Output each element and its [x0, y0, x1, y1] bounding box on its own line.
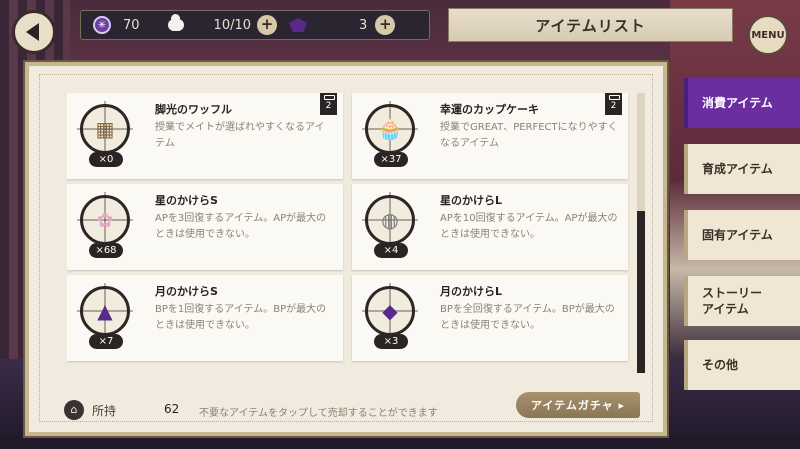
item-icon-frame: ▲	[77, 283, 133, 339]
scroll-thumb[interactable]	[637, 211, 645, 373]
item-card[interactable]: ✿ ×68 星のかけらS APを3回復するアイテム。APが最大のときは使用できない。	[67, 184, 343, 270]
item-description: BPを全回復するアイテム。BPが最大のときは使用できない。	[440, 304, 615, 331]
tab-category[interactable]: その他	[684, 340, 800, 390]
tab-category[interactable]: ストーリー アイテム	[684, 276, 800, 326]
item-name: 星のかけらL	[440, 194, 503, 207]
item-rank-badge: 2	[320, 93, 337, 115]
item-quantity: ×68	[89, 243, 123, 258]
item-card[interactable]: ◆ ×3 月のかけらL BPを全回復するアイテム。BPが最大のときは使用できない。	[352, 275, 628, 361]
item-icon-frame: ◍	[362, 192, 418, 248]
stamina-stat: 10/10 +	[167, 14, 278, 35]
gem-add-button[interactable]: +	[375, 15, 396, 35]
menu-button[interactable]: MENU	[748, 15, 788, 55]
item-description: 授業でGREAT、PERFECTになりやすくなるアイテム	[440, 122, 618, 149]
orb-icon: ✳	[93, 16, 111, 34]
item-name: 月のかけらS	[155, 285, 218, 298]
sell-hint: 不要なアイテムをタップして売却することができます	[199, 408, 438, 419]
owned-count: 62	[164, 402, 180, 416]
gem-value: 3	[359, 17, 368, 33]
tab-category[interactable]: 消費アイテム	[684, 78, 800, 128]
orb-value: 70	[123, 17, 140, 33]
item-card[interactable]: ▦ ×0 脚光のワッフル授業でメイトが選ばれやすくなるアイテム 2	[67, 93, 343, 179]
orb-stat: ✳ 70	[93, 16, 140, 34]
item-quantity: ×0	[89, 152, 123, 167]
waffle-icon: ▦	[95, 117, 115, 141]
gem-icon	[289, 18, 308, 32]
back-arrow-icon	[26, 23, 39, 41]
back-button[interactable]	[12, 10, 56, 54]
item-description: APを3回復するアイテム。APが最大のときは使用できない。	[155, 213, 327, 240]
page-title: アイテムリスト	[448, 8, 733, 42]
stamina-add-button[interactable]: +	[257, 15, 278, 35]
moon-fragment-l-icon: ◆	[382, 299, 398, 323]
item-name: 星のかけらS	[155, 194, 218, 207]
item-name: 脚光のワッフル	[155, 103, 232, 116]
status-bar: ✳ 70 10/10 + 3 +	[80, 10, 430, 40]
owned-label: 所持	[92, 404, 117, 418]
bag-icon: ⌂	[64, 400, 84, 420]
item-description: BPを1回復するアイテム。BPが最大のときは使用できない。	[155, 304, 327, 331]
item-icon-frame: 🧁	[362, 101, 418, 157]
item-name: 幸運のカップケーキ	[440, 103, 539, 116]
item-rank-badge: 2	[605, 93, 622, 115]
gem-stat: 3 +	[289, 15, 396, 35]
item-description: APを10回復するアイテム。APが最大のときは使用できない。	[440, 213, 618, 240]
item-icon-frame: ▦	[77, 101, 133, 157]
item-grid[interactable]: ▦ ×0 脚光のワッフル授業でメイトが選ばれやすくなるアイテム 2 🧁 ×37 幸運のカップ…	[67, 93, 635, 365]
item-name: 月のかけらL	[440, 285, 503, 298]
tab-category[interactable]: 育成アイテム	[684, 144, 800, 194]
item-card[interactable]: 🧁 ×37 幸運のカップケーキ授業でGREAT、PERFECTになりやすくなるアイテ…	[352, 93, 628, 179]
item-description: 授業でメイトが選ばれやすくなるアイテム	[155, 122, 325, 149]
moon-fragment-s-icon: ▲	[97, 299, 113, 323]
item-icon-frame: ◆	[362, 283, 418, 339]
item-icon-frame: ✿	[77, 192, 133, 248]
item-quantity: ×4	[374, 243, 408, 258]
item-gacha-button[interactable]: アイテムガチャ ▸	[516, 392, 640, 418]
item-card[interactable]: ▲ ×7 月のかけらS BPを1回復するアイテム。BPが最大のときは使用できない。	[67, 275, 343, 361]
cupcake-icon: 🧁	[377, 117, 403, 141]
star-fragment-s-icon: ✿	[96, 208, 114, 232]
item-quantity: ×7	[89, 334, 123, 349]
tab-category[interactable]: 固有アイテム	[684, 210, 800, 260]
star-fragment-l-icon: ◍	[381, 208, 399, 232]
item-quantity: ×3	[374, 334, 408, 349]
item-quantity: ×37	[374, 152, 408, 167]
cloud-icon	[167, 14, 184, 31]
item-list-panel: ▦ ×0 脚光のワッフル授業でメイトが選ばれやすくなるアイテム 2 🧁 ×37 幸運のカップ…	[25, 62, 667, 436]
scrollbar[interactable]	[637, 93, 645, 373]
item-card[interactable]: ◍ ×4 星のかけらL APを10回復するアイテム。APが最大のときは使用できない。	[352, 184, 628, 270]
stamina-value: 10/10	[213, 17, 252, 33]
